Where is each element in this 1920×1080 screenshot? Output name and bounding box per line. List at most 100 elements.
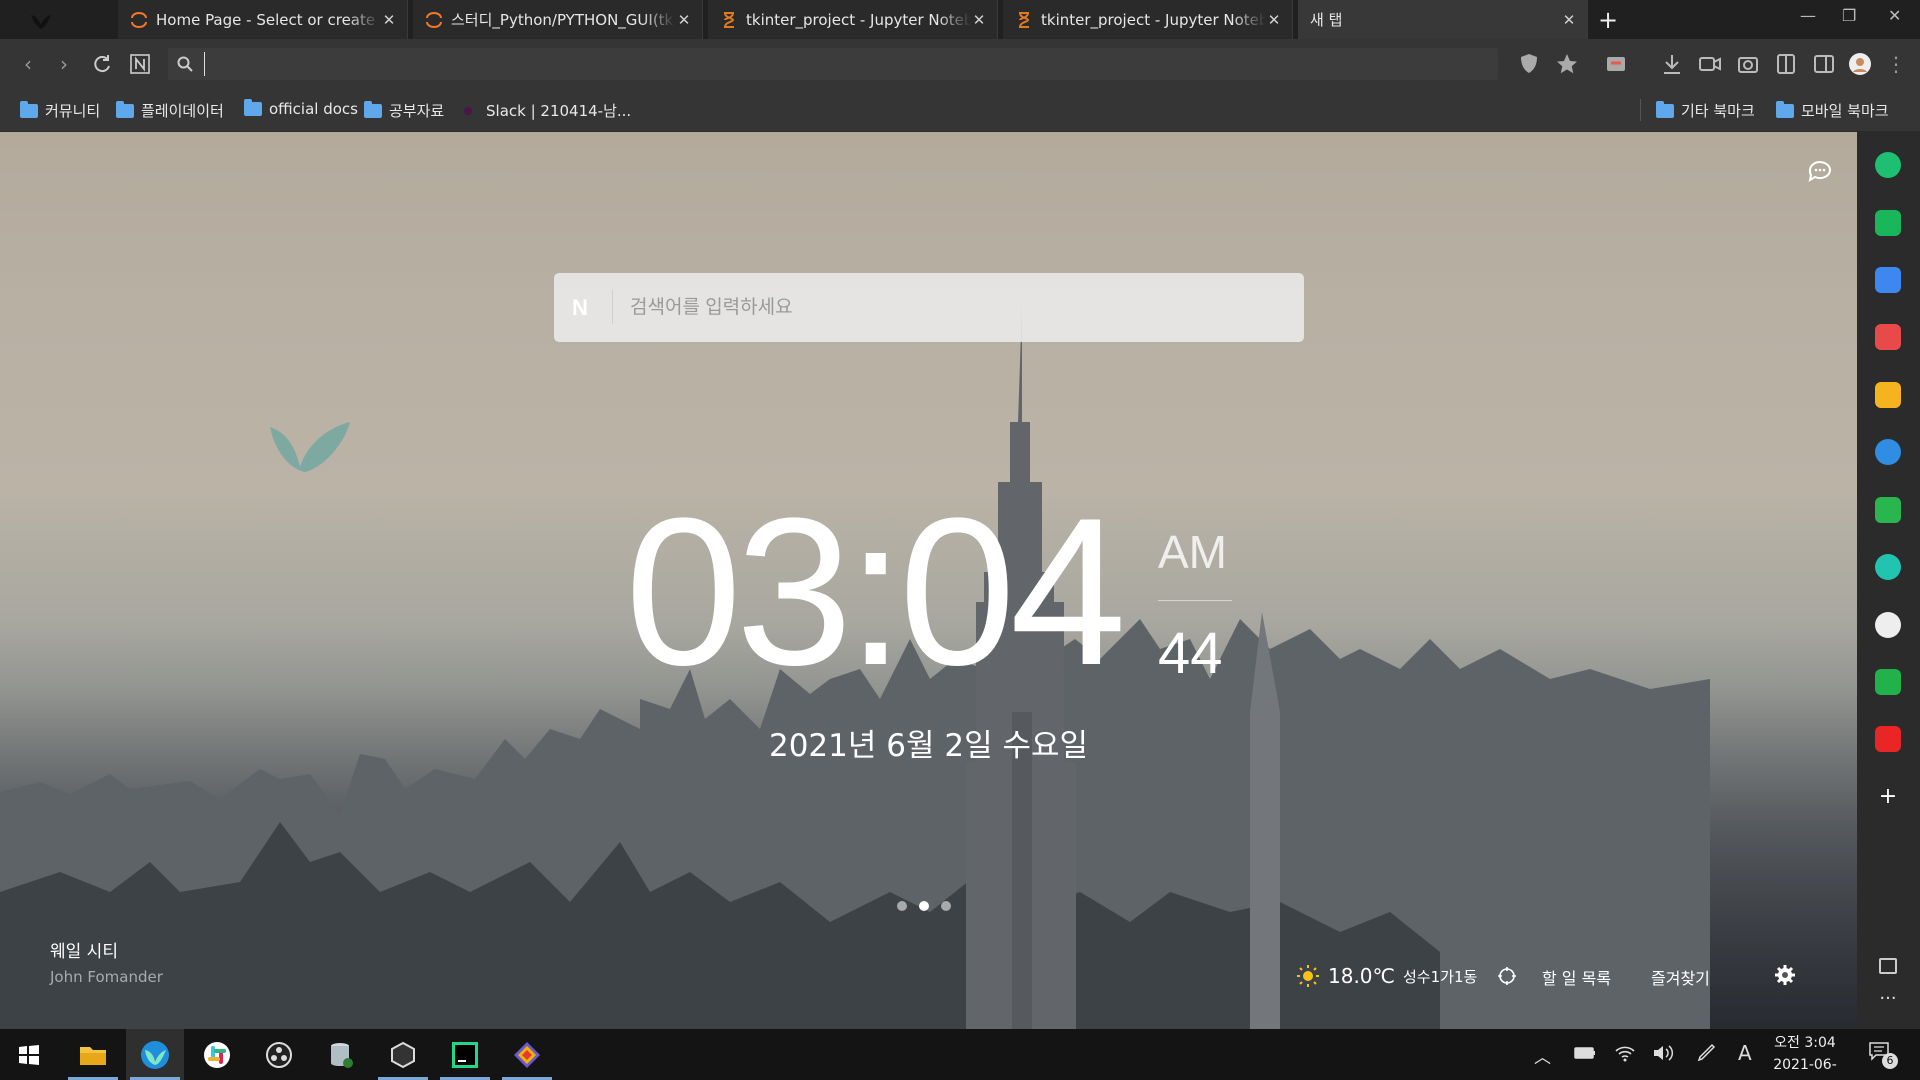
- slack-icon: [204, 1041, 230, 1068]
- sidebar-toggle-icon[interactable]: [1812, 52, 1836, 76]
- panel-more-icon[interactable]: ···: [1875, 990, 1901, 1018]
- forward-button[interactable]: ›: [52, 52, 76, 76]
- whale-browser-button[interactable]: [126, 1029, 184, 1080]
- play-icon[interactable]: [1875, 554, 1901, 580]
- bookmark-slack[interactable]: Slack | 210414-남...: [464, 100, 631, 121]
- whale-on-icon[interactable]: [1875, 152, 1901, 178]
- volume-icon[interactable]: [1652, 1043, 1674, 1063]
- pocket-icon[interactable]: [1875, 324, 1901, 350]
- mascot-icon[interactable]: [1875, 612, 1901, 638]
- search-icon: [177, 56, 193, 72]
- tab-close-icon[interactable]: ✕: [381, 11, 397, 29]
- add-panel-icon[interactable]: +: [1875, 784, 1901, 810]
- clock-date: 2021년 6월 2일 수요일: [768, 728, 1089, 764]
- location-target-icon[interactable]: [1497, 966, 1517, 986]
- profile-avatar-icon[interactable]: [1848, 52, 1872, 76]
- search-box[interactable]: N: [554, 273, 1304, 342]
- favorite-star-icon[interactable]: [1875, 382, 1901, 408]
- folder-icon: [1776, 100, 1794, 118]
- folder-icon: [244, 99, 262, 116]
- tab-4[interactable]: tkinter_project - Jupyter Notebo ✕: [1003, 0, 1293, 39]
- tab-2[interactable]: 스터디_Python/PYTHON_GUI(tk ✕: [413, 0, 703, 39]
- papago-translate-icon[interactable]: [1875, 439, 1901, 465]
- tab-1[interactable]: Home Page - Select or create a ✕: [118, 0, 408, 39]
- calendar-icon[interactable]: [1875, 497, 1901, 523]
- tab-close-icon[interactable]: ✕: [1561, 11, 1577, 29]
- page-dot[interactable]: [897, 901, 907, 911]
- clock-time: 03:04: [625, 474, 1127, 709]
- page-dot-active[interactable]: [919, 901, 929, 911]
- obs-icon: [266, 1041, 292, 1068]
- whale-logo-icon: [141, 1040, 169, 1069]
- tab-close-icon[interactable]: ✕: [971, 11, 987, 29]
- tab-title: Home Page - Select or create a: [156, 10, 381, 29]
- naver-home-icon[interactable]: [128, 52, 152, 76]
- reader-icon[interactable]: [1774, 52, 1798, 76]
- bookmark-folder-mobile[interactable]: 모바일 북마크: [1776, 100, 1889, 121]
- favorites-link[interactable]: 즐겨찾기: [1651, 965, 1710, 989]
- more-menu-icon[interactable]: ⋮: [1884, 52, 1908, 76]
- tab-3[interactable]: tkinter_project - Jupyter Notebo ✕: [708, 0, 998, 39]
- download-icon[interactable]: [1660, 52, 1684, 76]
- bookmark-label: 기타 북마크: [1681, 102, 1755, 120]
- now-icon[interactable]: [1875, 726, 1901, 752]
- wifi-icon[interactable]: [1614, 1043, 1636, 1063]
- pycharm-button[interactable]: [436, 1029, 494, 1080]
- minimize-button[interactable]: —: [1800, 6, 1816, 25]
- star-icon[interactable]: [1555, 52, 1579, 76]
- url-input[interactable]: [204, 52, 1484, 76]
- new-tab-button[interactable]: +: [1598, 6, 1618, 34]
- panel-collapse-icon[interactable]: [1879, 958, 1897, 974]
- unity-button[interactable]: [374, 1029, 432, 1080]
- back-button[interactable]: ‹: [16, 52, 40, 76]
- weather-widget[interactable]: 18.0℃ 성수1가1동: [1296, 964, 1477, 988]
- address-bar[interactable]: [168, 48, 1498, 80]
- slack-button[interactable]: [188, 1029, 246, 1080]
- webtoon-icon[interactable]: [1875, 669, 1901, 695]
- clock-divider: [1158, 600, 1232, 601]
- side-panel: + ···: [1857, 132, 1920, 1029]
- bookmark-folder-playdata[interactable]: 플레이데이터: [116, 100, 224, 121]
- battery-icon[interactable]: [1574, 1043, 1596, 1063]
- obs-button[interactable]: [250, 1029, 308, 1080]
- action-center-button[interactable]: 6: [1868, 1041, 1904, 1069]
- todo-list-link[interactable]: 할 일 목록: [1542, 965, 1611, 989]
- file-explorer-button[interactable]: [64, 1029, 122, 1080]
- whale-decoration-icon: [270, 422, 350, 472]
- tray-expand-icon[interactable]: ︿: [1534, 1043, 1551, 1068]
- ime-indicator[interactable]: A: [1738, 1041, 1752, 1065]
- start-button[interactable]: [0, 1029, 58, 1080]
- settings-gear-icon[interactable]: [1774, 964, 1796, 986]
- clock-ampm: AM: [1158, 526, 1227, 578]
- reload-icon[interactable]: [90, 52, 114, 76]
- windows-logo-icon: [19, 1044, 39, 1065]
- git-tool-button[interactable]: [498, 1029, 556, 1080]
- background-title[interactable]: 웨일 시티: [50, 937, 118, 962]
- bookmark-folder-other[interactable]: 기타 북마크: [1656, 100, 1755, 121]
- close-window-button[interactable]: ✕: [1888, 6, 1901, 25]
- notification-bell-icon[interactable]: [1875, 210, 1901, 236]
- folder-icon: [1656, 100, 1674, 118]
- wallet-icon[interactable]: [1875, 267, 1901, 293]
- database-app-button[interactable]: [312, 1029, 370, 1080]
- pen-icon[interactable]: [1696, 1043, 1718, 1063]
- restore-button[interactable]: ❐: [1842, 6, 1856, 25]
- tab-close-icon[interactable]: ✕: [676, 11, 692, 29]
- tab-5-new-tab[interactable]: 새 탭 ✕: [1298, 0, 1588, 39]
- background-author[interactable]: John Fomander: [50, 968, 163, 986]
- pycharm-icon: [452, 1041, 478, 1068]
- bookmark-label: official docs: [269, 100, 358, 118]
- bookmark-folder-study[interactable]: 공부자료: [364, 100, 444, 121]
- chat-bubble-icon[interactable]: [1806, 157, 1834, 185]
- collection-icon[interactable]: [1604, 52, 1628, 76]
- camera-icon[interactable]: [1736, 52, 1760, 76]
- shield-icon[interactable]: [1517, 52, 1541, 76]
- bookmark-folder-community[interactable]: 커뮤니티: [20, 100, 100, 121]
- taskbar-clock[interactable]: 오전 3:04 2021-06-02: [1765, 1032, 1845, 1080]
- video-icon[interactable]: [1698, 52, 1722, 76]
- whale-logo-icon[interactable]: [28, 7, 54, 33]
- page-dot[interactable]: [941, 901, 951, 911]
- tab-close-icon[interactable]: ✕: [1266, 11, 1282, 29]
- search-input[interactable]: [630, 291, 1280, 325]
- bookmark-folder-official-docs[interactable]: official docs: [244, 99, 358, 118]
